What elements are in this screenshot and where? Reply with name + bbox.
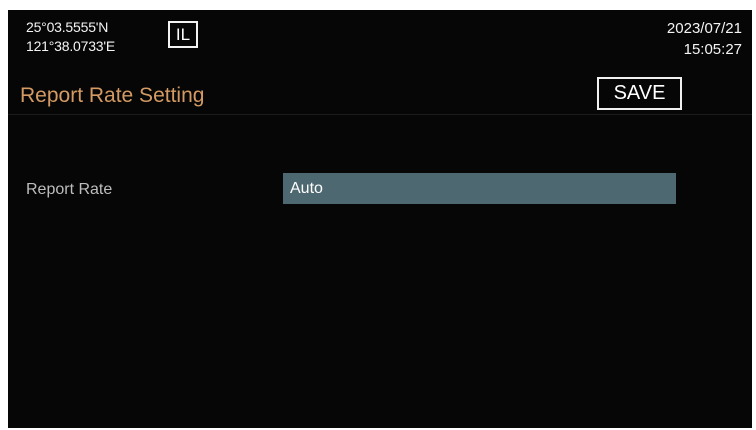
date-display: 2023/07/21: [666, 20, 742, 37]
page-header: Report Rate Setting SAVE: [8, 74, 752, 115]
report-rate-label: Report Rate: [26, 181, 113, 198]
device-screen: 25°03.5555'N 121°38.0733'E IL 2023/07/21…: [8, 10, 752, 428]
gps-latitude: 25°03.5555'N: [26, 19, 109, 35]
gps-longitude: 121°38.0733'E: [26, 38, 115, 54]
report-rate-row: Report Rate Auto: [8, 173, 752, 205]
time-display: 15:05:27: [683, 41, 742, 58]
status-bar: 25°03.5555'N 121°38.0733'E IL 2023/07/21…: [8, 10, 752, 74]
page-title: Report Rate Setting: [20, 84, 205, 107]
report-rate-field[interactable]: Auto: [283, 173, 676, 204]
mode-badge: IL: [168, 21, 198, 48]
save-button[interactable]: SAVE: [597, 77, 682, 110]
